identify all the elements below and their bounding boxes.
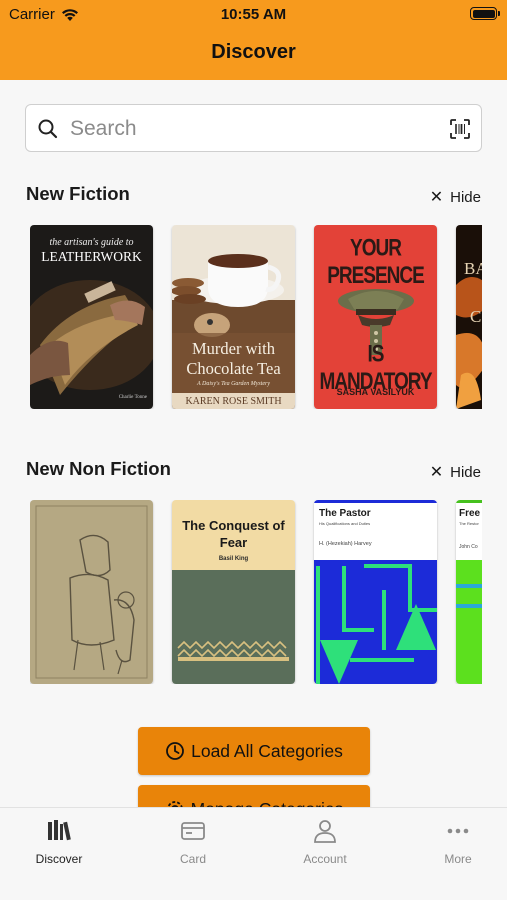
close-icon: ✕ — [429, 464, 444, 481]
new-non-fiction-carousel[interactable]: The Conquest of Fear Basil King The Past… — [30, 500, 482, 684]
new-fiction-carousel[interactable]: the artisan's guide to LEATHERWORK Charl… — [30, 225, 482, 409]
tab-account[interactable]: Account — [280, 818, 370, 866]
page-title: Discover — [211, 41, 296, 63]
hide-label: Hide — [450, 463, 481, 481]
section-title-new-fiction: New Fiction — [26, 183, 130, 204]
book-title: The Pastor — [319, 508, 371, 519]
search-icon — [38, 119, 58, 139]
book-title: BA — [464, 259, 482, 278]
book-subtitle: The Restor — [459, 521, 479, 526]
status-bar: Carrier 10:55 AM — [0, 0, 507, 28]
tab-label: Discover — [35, 852, 83, 866]
book-title: Murder with Chocolate Tea — [186, 339, 281, 378]
book-cover-partial-free[interactable]: Free The Restor John Co — [456, 500, 482, 684]
book-cover-your-presence-is-mandatory[interactable]: YOUR PRESENCE IS MANDATORY SASHA VASILYU… — [314, 225, 437, 409]
book-title: YOUR PRESENCE — [327, 235, 425, 290]
book-cover-partial[interactable]: BA C — [456, 225, 482, 409]
section-title-new-non-fiction: New Non Fiction — [26, 458, 171, 479]
barcode-scan-icon[interactable] — [449, 118, 471, 140]
book-subtitle: A Daisy's Tea Garden Mystery — [196, 381, 271, 387]
load-all-categories-button[interactable]: Load All Categories — [138, 727, 370, 775]
book-title: The Conquest of Fear — [182, 518, 285, 550]
battery-icon — [470, 7, 500, 20]
tab-label: Account — [303, 852, 347, 866]
clock-icon — [166, 742, 185, 760]
tab-discover[interactable]: Discover — [14, 818, 104, 866]
book-author: SASHA VASILYUK — [336, 387, 415, 397]
book-subtitle: His Qualifications and Duties — [319, 521, 371, 526]
bottom-tab-bar: Discover Card Account More — [0, 807, 507, 900]
book-cover-the-conquest-of-fear[interactable]: The Conquest of Fear Basil King — [172, 500, 295, 684]
search-bar[interactable] — [25, 104, 482, 152]
hide-new-fiction-button[interactable]: ✕ Hide — [430, 187, 481, 207]
tab-label: More — [444, 852, 472, 866]
status-time: 10:55 AM — [220, 6, 287, 23]
book-title: Free — [459, 508, 481, 519]
app-header: Carrier 10:55 AM Discover — [0, 0, 507, 80]
load-all-label: Load All Categories — [191, 740, 343, 761]
more-dots-icon — [447, 828, 469, 834]
tab-label: Card — [179, 852, 206, 866]
tab-more[interactable]: More — [413, 818, 503, 866]
close-icon: ✕ — [429, 189, 444, 206]
library-books-icon — [48, 820, 71, 841]
book-cover-the-pastor[interactable]: The Pastor His Qualifications and Duties… — [314, 500, 437, 684]
hide-label: Hide — [450, 188, 481, 206]
book-cover-murder-with-chocolate-tea[interactable]: Murder with Chocolate Tea A Daisy's Tea … — [172, 225, 295, 409]
book-author: KAREN ROSE SMITH — [172, 393, 295, 409]
book-author: Charlie Tonne — [118, 395, 147, 400]
book-author: Basil King — [218, 556, 249, 562]
hide-new-non-fiction-button[interactable]: ✕ Hide — [430, 462, 481, 482]
book-cover-vintage-illustration[interactable] — [30, 500, 153, 684]
tab-card[interactable]: Card — [148, 818, 238, 866]
book-title-top: the artisan's guide to — [49, 237, 134, 248]
book-title: LEATHERWORK — [41, 249, 142, 264]
person-icon — [314, 820, 336, 843]
book-author: John Co — [459, 544, 478, 550]
search-input[interactable] — [70, 115, 430, 143]
book-author: H. (Hezekiah) Harvey — [319, 541, 372, 547]
book-cover-leatherwork[interactable]: the artisan's guide to LEATHERWORK Charl… — [30, 225, 153, 409]
card-icon — [181, 822, 205, 840]
book-subtitle: C — [470, 307, 482, 326]
